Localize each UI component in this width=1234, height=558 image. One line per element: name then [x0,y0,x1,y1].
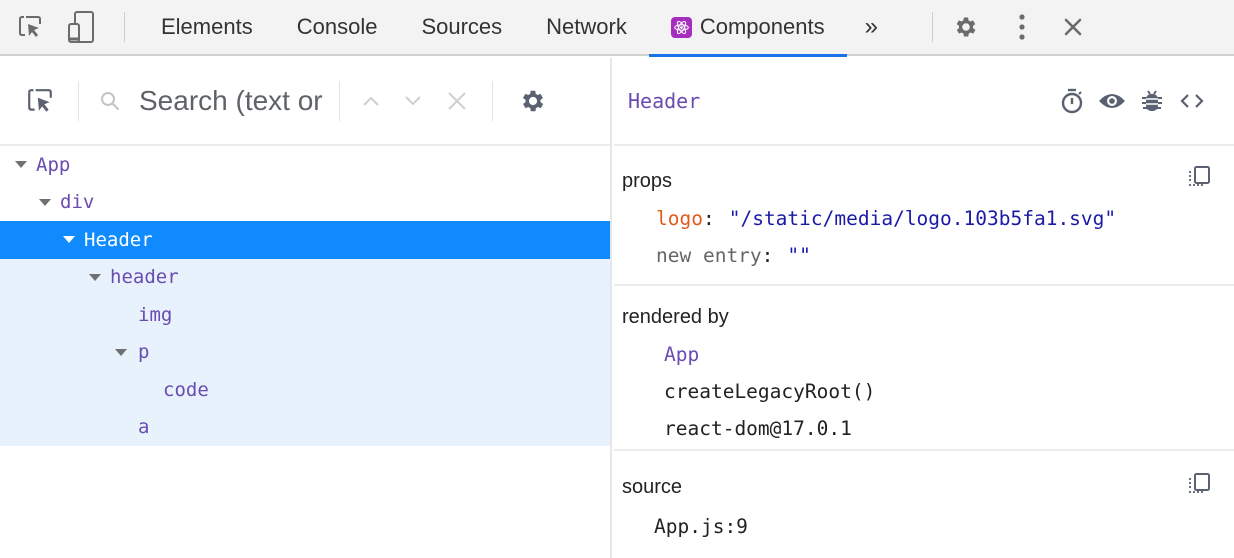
tree-node-label: Header [84,228,153,251]
tab-label: Components [699,14,825,39]
stopwatch-icon [1061,88,1083,114]
tree-node-a[interactable]: a [0,408,610,446]
tree-node-code[interactable]: code [0,371,610,409]
tree-node-label: a [138,416,150,439]
device-toolbar-button[interactable] [60,0,102,55]
clear-search-button[interactable] [446,90,468,112]
more-options-button[interactable] [999,0,1045,55]
tab-label: Sources [421,14,503,39]
inspect-cursor-icon [28,89,52,112]
tree-node-label: img [138,303,173,326]
rendered-by-item: createLegacyRoot() [664,380,876,403]
tree-node-header-component[interactable]: Header [0,221,610,259]
tab-components[interactable]: Components [648,0,847,57]
devtools-toolbar: Elements Console Sources Network Compone… [0,0,1234,57]
rendered-by-section: rendered by App createLegacyRoot() react… [614,286,1234,451]
new-entry-row[interactable]: new entry : "" [622,237,1234,274]
eye-icon [1099,94,1125,108]
search-icon [101,92,119,110]
rendered-by-item: react-dom@17.0.1 [664,417,852,440]
expand-triangle-icon[interactable] [10,161,32,169]
tab-label: Network [546,14,627,39]
prop-value[interactable]: "/static/media/logo.103b5fa1.svg" [729,207,1116,230]
inspected-element-header: Header [614,58,1234,146]
previous-result-button[interactable] [362,95,380,107]
close-devtools-button[interactable] [1045,0,1101,55]
more-tabs-button[interactable]: » [847,0,896,55]
copy-source-button[interactable] [1186,471,1212,504]
rendered-by-owner-app[interactable]: App [622,336,1234,373]
tree-node-label: p [138,341,150,364]
tree-node-header-element[interactable]: header [0,258,610,296]
bug-icon [1142,90,1162,111]
search-input[interactable] [139,85,329,117]
divider [339,81,340,121]
divider [492,81,493,121]
close-icon [1064,18,1082,36]
view-source-button[interactable] [1172,91,1212,111]
prop-row[interactable]: logo : "/static/media/logo.103b5fa1.svg" [622,200,1234,237]
device-mode-icon [68,11,94,43]
inspect-element-button[interactable] [0,0,60,55]
toolbar-divider [124,12,125,42]
expand-triangle-icon[interactable] [34,198,56,206]
tab-elements[interactable]: Elements [139,0,275,55]
tab-sources[interactable]: Sources [399,0,524,55]
selected-component-name: Header [628,89,701,113]
prop-colon: : [702,207,715,230]
inspected-element-panel: Header props logo: "/static/media/logo.… [614,58,1234,558]
tab-label: Console [296,14,378,39]
tree-node-img[interactable]: img [0,296,610,334]
tab-label: Elements [161,14,253,39]
props-section: props logo : "/static/media/logo.103b5fa… [614,146,1234,286]
copy-icon [1188,473,1210,494]
component-tree-panel: App div Header header img p code a [0,58,612,558]
chevron-double-right-icon: » [864,13,878,40]
tab-network[interactable]: Network [524,0,649,55]
react-atom-icon [670,16,692,38]
suspend-toggle-button[interactable] [1052,87,1092,115]
component-tree: App div Header header img p code a [0,146,610,446]
log-to-console-button[interactable] [1132,89,1172,113]
tab-console[interactable]: Console [275,0,400,55]
inspect-cursor-icon [19,16,41,37]
source-section: source App.js:9 [614,451,1234,546]
prop-key: logo [656,207,703,230]
gear-icon [956,17,976,37]
expand-triangle-icon[interactable] [84,273,106,281]
tree-node-label: App [36,153,71,176]
vertical-dots-icon [1019,14,1025,40]
tree-search-bar [0,58,610,146]
section-label: props [622,169,673,192]
new-entry-key[interactable]: new entry [656,244,762,267]
tree-node-label: code [163,378,209,401]
copy-icon [1188,166,1210,187]
tree-node-div[interactable]: div [0,184,610,222]
tree-settings-button[interactable] [519,87,547,115]
section-label: source [622,475,683,498]
code-brackets-icon [1180,94,1204,108]
copy-props-button[interactable] [1186,164,1212,197]
next-result-button[interactable] [404,95,422,107]
expand-triangle-icon[interactable] [110,348,132,356]
expand-triangle-icon[interactable] [58,236,80,244]
tree-node-p[interactable]: p [0,333,610,371]
tree-node-label: div [60,191,95,214]
select-element-button[interactable] [20,57,60,145]
inspect-dom-button[interactable] [1092,91,1132,111]
prop-colon: : [761,244,774,267]
tree-node-app[interactable]: App [0,146,610,184]
tree-node-label: header [110,266,179,289]
source-location-link[interactable]: App.js:9 [622,506,1234,546]
divider [78,81,79,121]
new-entry-value[interactable]: "" [787,244,810,267]
section-label: rendered by [622,305,729,328]
settings-button[interactable] [933,0,999,55]
